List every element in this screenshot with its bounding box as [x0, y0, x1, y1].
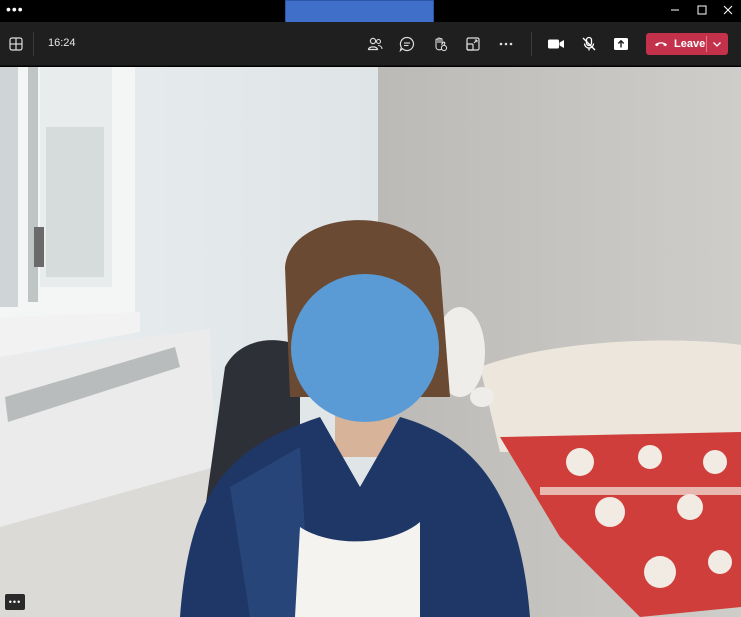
reactions-button[interactable]	[430, 34, 450, 54]
close-button[interactable]	[714, 0, 741, 20]
grid-icon	[9, 37, 23, 51]
mic-button[interactable]	[579, 34, 599, 54]
chevron-down-icon[interactable]	[711, 38, 723, 50]
layout-button[interactable]	[6, 34, 26, 54]
more-actions-button[interactable]	[496, 34, 516, 54]
video-feed: •••	[0, 67, 741, 617]
participant-video	[0, 67, 741, 617]
more-icon	[499, 42, 513, 46]
title-tab-highlight	[285, 0, 434, 24]
people-icon	[367, 37, 383, 51]
minimize-icon	[671, 9, 679, 11]
chat-icon	[399, 36, 415, 52]
leave-label: Leave	[674, 38, 706, 50]
window-menu-button[interactable]: •••	[6, 2, 24, 16]
toolbar-divider	[33, 32, 34, 56]
camera-button[interactable]	[546, 34, 566, 54]
face-blur-mask	[291, 274, 439, 422]
raise-hand-icon	[435, 37, 448, 52]
participants-button[interactable]	[365, 34, 385, 54]
meeting-timer: 16:24	[48, 37, 76, 49]
meeting-toolbar: 16:24 Leave	[0, 22, 741, 66]
breakout-rooms-button[interactable]	[463, 34, 483, 54]
close-icon	[723, 5, 733, 15]
maximize-icon	[697, 5, 707, 15]
share-icon	[614, 38, 628, 50]
title-bar: •••	[0, 0, 741, 24]
toolbar-divider	[531, 32, 532, 56]
breakout-rooms-icon	[466, 37, 480, 51]
mic-off-icon	[582, 36, 596, 51]
camera-icon	[548, 39, 564, 49]
chat-button[interactable]	[397, 34, 417, 54]
video-more-button[interactable]: •••	[5, 594, 25, 610]
maximize-button[interactable]	[688, 0, 716, 20]
leave-button[interactable]: Leave	[646, 33, 728, 55]
phone-icon	[655, 42, 667, 47]
minimize-button[interactable]	[661, 0, 689, 20]
leave-divider	[706, 36, 707, 52]
share-button[interactable]	[611, 34, 631, 54]
